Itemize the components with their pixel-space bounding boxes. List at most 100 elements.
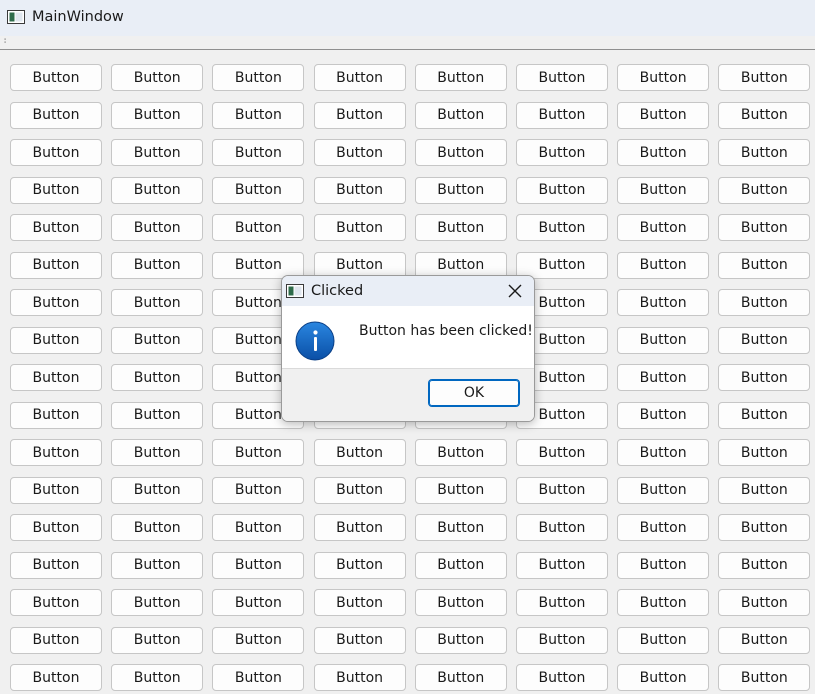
grid-button[interactable]: Button: [515, 139, 608, 166]
grid-button[interactable]: Button: [515, 101, 608, 129]
grid-button[interactable]: Button: [515, 626, 608, 654]
grid-button[interactable]: Button: [111, 401, 204, 429]
grid-button[interactable]: Button: [313, 101, 406, 129]
grid-button[interactable]: Button: [617, 589, 710, 616]
grid-button[interactable]: Button: [718, 439, 811, 466]
grid-button[interactable]: Button: [313, 439, 406, 466]
grid-button[interactable]: Button: [617, 251, 710, 279]
grid-button[interactable]: Button: [212, 476, 305, 504]
grid-button[interactable]: Button: [111, 439, 204, 466]
grid-button[interactable]: Button: [515, 476, 608, 504]
grid-button[interactable]: Button: [617, 101, 710, 129]
grid-button[interactable]: Button: [10, 214, 102, 241]
grid-button[interactable]: Button: [10, 251, 102, 279]
grid-button[interactable]: Button: [617, 664, 710, 691]
grid-button[interactable]: Button: [617, 64, 710, 91]
grid-button[interactable]: Button: [111, 251, 204, 279]
grid-button[interactable]: Button: [212, 439, 305, 466]
grid-button[interactable]: Button: [111, 289, 204, 316]
grid-button[interactable]: Button: [313, 626, 406, 654]
grid-button[interactable]: Button: [414, 664, 507, 691]
grid-button[interactable]: Button: [212, 214, 305, 241]
grid-button[interactable]: Button: [718, 589, 811, 616]
grid-button[interactable]: Button: [515, 176, 608, 204]
grid-button[interactable]: Button: [111, 589, 204, 616]
toolbar-grip-icon[interactable]: [4, 38, 6, 44]
grid-button[interactable]: Button: [111, 364, 204, 391]
grid-button[interactable]: Button: [718, 176, 811, 204]
grid-button[interactable]: Button: [718, 214, 811, 241]
grid-button[interactable]: Button: [212, 551, 305, 579]
grid-button[interactable]: Button: [313, 514, 406, 541]
grid-button[interactable]: Button: [515, 551, 608, 579]
grid-button[interactable]: Button: [515, 664, 608, 691]
grid-button[interactable]: Button: [111, 214, 204, 241]
grid-button[interactable]: Button: [718, 139, 811, 166]
grid-button[interactable]: Button: [212, 664, 305, 691]
grid-button[interactable]: Button: [111, 551, 204, 579]
grid-button[interactable]: Button: [617, 551, 710, 579]
grid-button[interactable]: Button: [313, 476, 406, 504]
grid-button[interactable]: Button: [718, 476, 811, 504]
grid-button[interactable]: Button: [313, 589, 406, 616]
grid-button[interactable]: Button: [414, 439, 507, 466]
grid-button[interactable]: Button: [10, 551, 102, 579]
grid-button[interactable]: Button: [212, 64, 305, 91]
grid-button[interactable]: Button: [617, 289, 710, 316]
grid-button[interactable]: Button: [515, 439, 608, 466]
grid-button[interactable]: Button: [718, 401, 811, 429]
grid-button[interactable]: Button: [718, 664, 811, 691]
grid-button[interactable]: Button: [313, 214, 406, 241]
close-icon[interactable]: [506, 282, 524, 300]
grid-button[interactable]: Button: [111, 664, 204, 691]
grid-button[interactable]: Button: [414, 214, 507, 241]
grid-button[interactable]: Button: [10, 326, 102, 354]
grid-button[interactable]: Button: [617, 139, 710, 166]
grid-button[interactable]: Button: [414, 101, 507, 129]
grid-button[interactable]: Button: [414, 176, 507, 204]
grid-button[interactable]: Button: [617, 401, 710, 429]
grid-button[interactable]: Button: [617, 476, 710, 504]
grid-button[interactable]: Button: [718, 514, 811, 541]
grid-button[interactable]: Button: [515, 64, 608, 91]
grid-button[interactable]: Button: [212, 589, 305, 616]
grid-button[interactable]: Button: [617, 176, 710, 204]
grid-button[interactable]: Button: [718, 251, 811, 279]
grid-button[interactable]: Button: [111, 514, 204, 541]
grid-button[interactable]: Button: [414, 476, 507, 504]
ok-button[interactable]: OK: [428, 379, 520, 407]
grid-button[interactable]: Button: [414, 626, 507, 654]
grid-button[interactable]: Button: [111, 176, 204, 204]
grid-button[interactable]: Button: [111, 101, 204, 129]
grid-button[interactable]: Button: [111, 64, 204, 91]
grid-button[interactable]: Button: [10, 626, 102, 654]
main-window-titlebar[interactable]: MainWindow: [0, 0, 815, 36]
grid-button[interactable]: Button: [617, 439, 710, 466]
grid-button[interactable]: Button: [313, 664, 406, 691]
grid-button[interactable]: Button: [617, 364, 710, 391]
grid-button[interactable]: Button: [212, 139, 305, 166]
grid-button[interactable]: Button: [212, 626, 305, 654]
grid-button[interactable]: Button: [313, 551, 406, 579]
grid-button[interactable]: Button: [10, 64, 102, 91]
grid-button[interactable]: Button: [414, 551, 507, 579]
grid-button[interactable]: Button: [111, 476, 204, 504]
grid-button[interactable]: Button: [111, 626, 204, 654]
grid-button[interactable]: Button: [111, 326, 204, 354]
grid-button[interactable]: Button: [10, 401, 102, 429]
grid-button[interactable]: Button: [212, 514, 305, 541]
grid-button[interactable]: Button: [111, 139, 204, 166]
grid-button[interactable]: Button: [10, 176, 102, 204]
grid-button[interactable]: Button: [10, 664, 102, 691]
grid-button[interactable]: Button: [313, 139, 406, 166]
grid-button[interactable]: Button: [718, 626, 811, 654]
grid-button[interactable]: Button: [313, 64, 406, 91]
grid-button[interactable]: Button: [414, 514, 507, 541]
grid-button[interactable]: Button: [718, 64, 811, 91]
grid-button[interactable]: Button: [414, 139, 507, 166]
grid-button[interactable]: Button: [718, 289, 811, 316]
grid-button[interactable]: Button: [617, 626, 710, 654]
grid-button[interactable]: Button: [617, 514, 710, 541]
grid-button[interactable]: Button: [414, 589, 507, 616]
grid-button[interactable]: Button: [212, 176, 305, 204]
